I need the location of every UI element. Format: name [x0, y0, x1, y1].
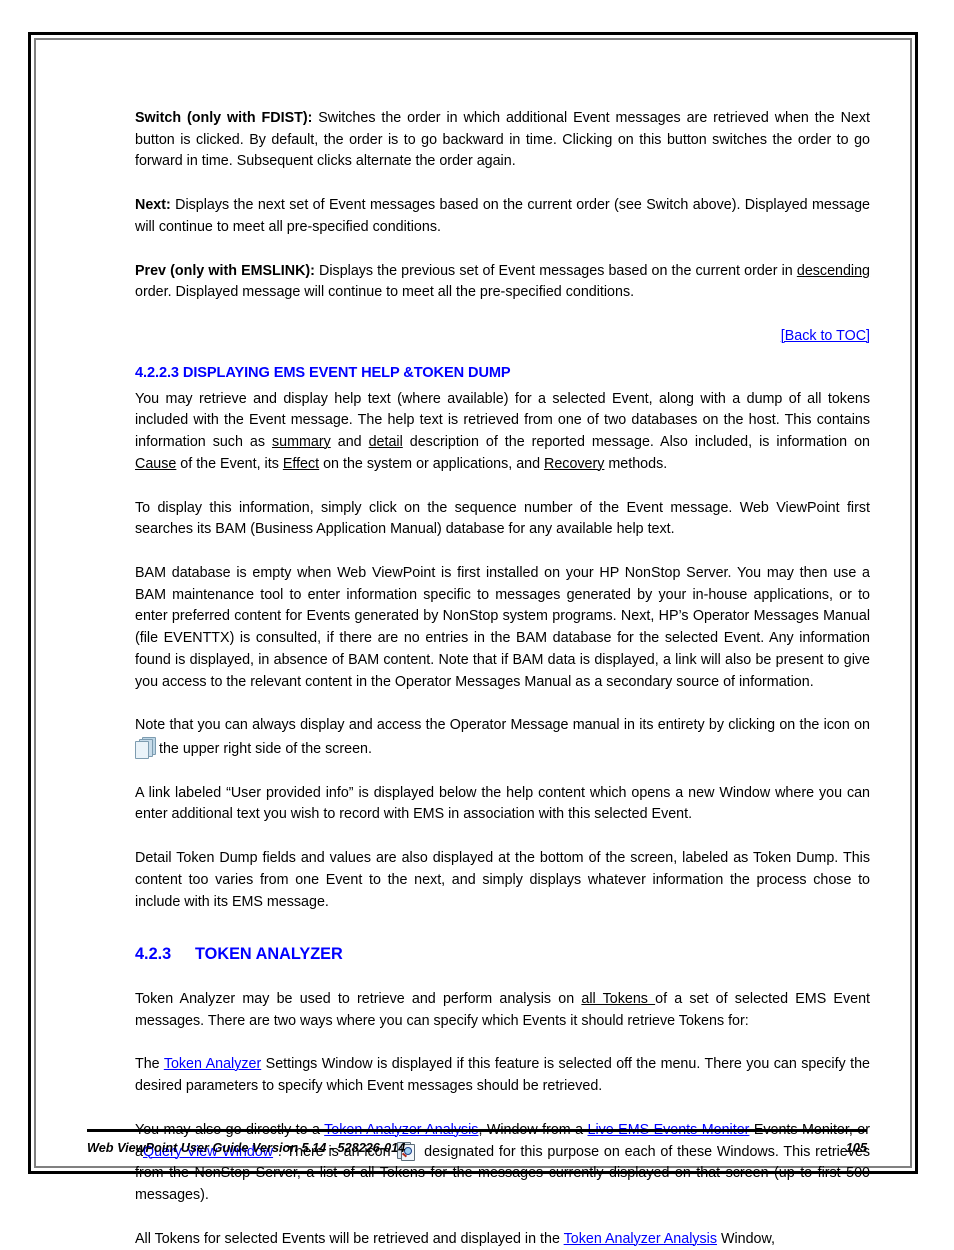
- all-text-1: All Tokens for selected Events will be r…: [135, 1230, 564, 1247]
- note-text-2: the upper right side of the screen.: [155, 740, 372, 757]
- paragraph-next: Next: Displays the next set of Event mes…: [135, 195, 870, 238]
- ta-text-1: Token Analyzer may be used to retrieve a…: [135, 990, 582, 1007]
- term-effect: Effect: [282, 455, 320, 472]
- paragraph-prev: Prev (only with EMSLINK): Displays the p…: [135, 261, 870, 304]
- link-token-analyzer-analysis-2[interactable]: Token Analyzer Analysis: [564, 1231, 717, 1247]
- footer-row: Web ViewPoint User Guide Version 5.14 - …: [87, 1141, 867, 1155]
- footer-divider: [87, 1129, 867, 1132]
- heading-4-2-2-3: 4.2.2.3 DISPLAYING EMS EVENT HELP &TOKEN…: [135, 365, 511, 382]
- heading-4-2-3-title: TOKEN ANALYZER: [195, 945, 343, 964]
- paragraph-token-analyzer-intro: Token Analyzer may be used to retrieve a…: [135, 989, 870, 1032]
- prev-text-2: order. Displayed message will continue t…: [135, 284, 635, 301]
- heading-4-2-3-number: 4.2.3: [135, 945, 172, 964]
- back-to-toc-row: [Back to TOC]: [135, 326, 870, 347]
- paragraph-all-tokens: All Tokens for selected Events will be r…: [135, 1229, 870, 1250]
- page-footer: Web ViewPoint User Guide Version 5.14 - …: [87, 1129, 867, 1155]
- paragraph-user-provided-info: A link labeled “User provided info” is d…: [135, 784, 870, 823]
- documents-stack-icon-sheet-1: [135, 740, 149, 759]
- back-to-toc-link[interactable]: [Back to TOC]: [781, 328, 870, 344]
- paragraph-settings-window: The Token Analyzer Settings Window is di…: [135, 1054, 870, 1097]
- prev-text-1: Displays the previous set of Event messa…: [314, 262, 797, 279]
- document-content: Switch (only with FDIST): Switches the o…: [135, 108, 870, 1250]
- next-label: Next:: [135, 197, 171, 214]
- prev-label: Prev (only with EMSLINK):: [135, 262, 315, 279]
- note-text-1: Note that you can always display and acc…: [135, 717, 870, 734]
- paragraph-display-info: To display this information, simply clic…: [135, 499, 870, 538]
- settings-text-1: The: [135, 1056, 164, 1073]
- term-cause: Cause: [135, 455, 177, 472]
- paragraph-bam-database: BAM database is empty when Web ViewPoint…: [135, 564, 870, 690]
- paragraph-token-dump: Detail Token Dump fields and values are …: [135, 850, 870, 910]
- prev-underlined-term: descending: [796, 262, 871, 279]
- help-text-2: and: [330, 434, 369, 451]
- next-text: Displays the next set of Event messages …: [135, 197, 870, 235]
- heading-4-2-3: 4.2.3 TOKEN ANALYZER: [135, 943, 870, 967]
- paragraph-help-text: You may retrieve and display help text (…: [135, 389, 870, 476]
- help-text-4: of the Event, its: [176, 455, 283, 472]
- term-recovery: Recovery: [544, 455, 605, 472]
- documents-stack-icon: [135, 736, 156, 759]
- all-text-2: Window,: [717, 1230, 776, 1247]
- term-summary: summary: [271, 434, 331, 451]
- switch-label: Switch (only with FDIST):: [135, 110, 313, 126]
- help-text-5: on the system or applications, and: [319, 455, 545, 472]
- term-all-tokens: all Tokens: [581, 990, 656, 1007]
- help-text-6: methods.: [604, 455, 668, 472]
- term-detail: detail: [368, 434, 403, 451]
- footer-page-number: 105: [845, 1141, 867, 1155]
- link-token-analyzer[interactable]: Token Analyzer: [164, 1056, 261, 1072]
- help-text-3: description of the reported message. Als…: [402, 434, 870, 451]
- footer-document-title: Web ViewPoint User Guide Version 5.14 - …: [87, 1141, 406, 1155]
- paragraph-switch: Switch (only with FDIST): Switches the o…: [135, 108, 870, 173]
- paragraph-operator-manual-note: Note that you can always display and acc…: [135, 715, 870, 760]
